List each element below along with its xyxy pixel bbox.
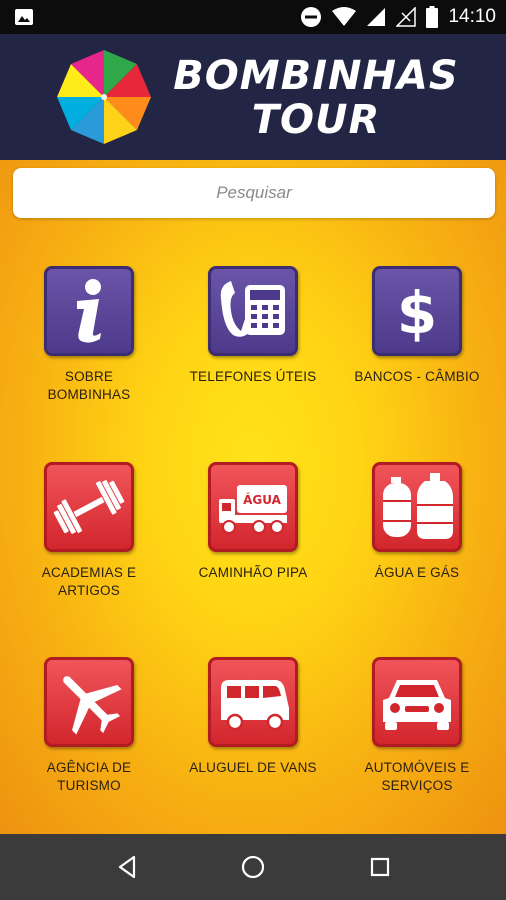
recents-icon[interactable] (365, 852, 395, 882)
van-icon (221, 680, 289, 731)
tile-label-text: ACADEMIAS E ARTIGOS (41, 565, 137, 598)
tile-caminhao-pipa[interactable]: ÁGUA CAMINHÃO PIPA (173, 462, 333, 582)
tile-label-text: ALUGUEL DE VANS (189, 760, 317, 775)
tile-label: SOBRE BOMBINHAS (9, 368, 169, 404)
search-field[interactable]: Pesquisar (13, 168, 495, 218)
signal-icon-empty (396, 7, 417, 27)
gas-water-icon (383, 473, 453, 539)
back-icon[interactable] (112, 852, 142, 882)
tile-icon-box (372, 657, 462, 747)
tile-label: TELEFONES ÚTEIS (173, 368, 333, 386)
tile-label-text: TELEFONES ÚTEIS (189, 369, 317, 384)
wifi-icon (332, 7, 357, 26)
tile-icon-box (44, 266, 134, 356)
tile-label: CAMINHÃO PIPA (173, 564, 333, 582)
tile-icon-box: $ (372, 266, 462, 356)
svg-text:$: $ (397, 279, 437, 347)
do-not-disturb-icon (301, 7, 322, 27)
signal-icon (367, 8, 386, 26)
tile-icon-box (44, 657, 134, 747)
main-content: Pesquisar SOBRE BOMBINHAS TELEFONES ÚTEI… (0, 160, 506, 834)
tile-sobre-bombinhas[interactable]: SOBRE BOMBINHAS (9, 266, 169, 404)
tile-aluguel-vans[interactable]: ALUGUEL DE VANS (173, 657, 333, 777)
image-icon (15, 9, 33, 25)
brand-line-1: BOMBINHAS (173, 53, 459, 99)
tile-label: ÁGUA E GÁS (337, 564, 497, 582)
info-icon (77, 279, 101, 343)
tile-icon-box (208, 657, 298, 747)
tile-academias-artigos[interactable]: ACADEMIAS E ARTIGOS (9, 462, 169, 600)
tile-label-text: SOBRE BOMBINHAS (47, 369, 131, 402)
brand-logo-text: BOMBINHAS TOUR (166, 54, 466, 142)
tile-label: ACADEMIAS E ARTIGOS (9, 564, 169, 600)
airplane-icon (63, 676, 122, 735)
tile-icon-box: ÁGUA (208, 462, 298, 552)
tile-label-text: ÁGUA E GÁS (374, 565, 460, 580)
tile-label: BANCOS - CÂMBIO (337, 368, 497, 386)
status-bar: 14:10 (0, 0, 506, 34)
app-header: BOMBINHAS TOUR (0, 34, 506, 160)
home-icon[interactable] (238, 852, 268, 882)
tile-icon-box (372, 462, 462, 552)
brand-line-2: TOUR (251, 97, 381, 143)
tile-label-text: AGÊNCIA DE TURISMO (46, 760, 132, 793)
search-placeholder: Pesquisar (216, 183, 292, 202)
tile-label: AUTOMÓVEIS E SERVIÇOS (337, 759, 497, 795)
tile-bancos-cambio[interactable]: $ BANCOS - CÂMBIO (337, 266, 497, 386)
navigation-bar (0, 834, 506, 900)
tile-label: AGÊNCIA DE TURISMO (9, 759, 169, 795)
tile-agua-gas[interactable]: ÁGUA E GÁS (337, 462, 497, 582)
tile-automoveis-servicos[interactable]: AUTOMÓVEIS E SERVIÇOS (337, 657, 497, 795)
dumbbell-icon (53, 480, 125, 534)
tile-label: ALUGUEL DE VANS (173, 759, 333, 777)
truck-text: ÁGUA (243, 492, 282, 507)
tile-label-text: AUTOMÓVEIS E SERVIÇOS (364, 760, 470, 793)
battery-icon (426, 6, 439, 28)
telephone-icon (220, 281, 285, 337)
tile-agencia-turismo[interactable]: AGÊNCIA DE TURISMO (9, 657, 169, 795)
dollar-icon: $ (397, 279, 437, 347)
car-icon (383, 680, 451, 730)
tile-telefones-uteis[interactable]: TELEFONES ÚTEIS (173, 266, 333, 386)
water-truck-icon: ÁGUA (219, 485, 287, 534)
tile-label-text: BANCOS - CÂMBIO (354, 369, 480, 384)
umbrella-icon (57, 50, 151, 144)
tile-icon-box (44, 462, 134, 552)
status-time: 14:10 (448, 6, 496, 27)
tile-label-text: CAMINHÃO PIPA (198, 565, 308, 580)
tile-icon-box (208, 266, 298, 356)
